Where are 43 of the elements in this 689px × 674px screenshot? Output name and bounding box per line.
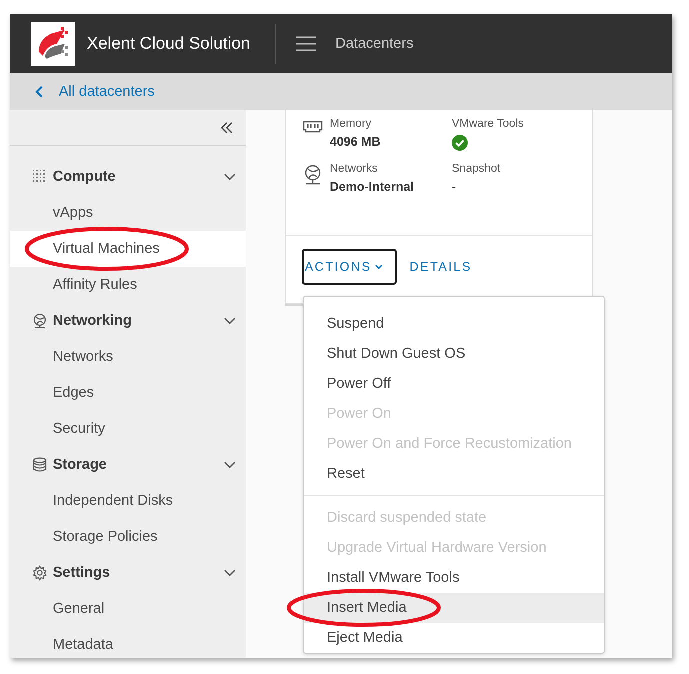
menu-item[interactable]: Eject Media bbox=[304, 623, 604, 653]
property-label: Snapshot bbox=[452, 163, 501, 175]
property-label: Networks bbox=[330, 163, 379, 175]
globe-icon bbox=[32, 313, 48, 329]
menu-item[interactable]: Install VMware Tools bbox=[304, 563, 604, 593]
back-icon bbox=[35, 84, 45, 98]
logo-icon bbox=[31, 22, 75, 66]
property-value: 4096 MB bbox=[330, 135, 381, 149]
globe-icon bbox=[304, 165, 322, 185]
menu-item[interactable]: Suspend bbox=[304, 309, 604, 339]
nav-group[interactable]: Settings bbox=[10, 555, 246, 591]
property-label: Memory bbox=[330, 118, 373, 130]
nav-item[interactable]: Metadata bbox=[10, 627, 246, 658]
actions-dropdown[interactable]: ACTIONS bbox=[302, 249, 397, 285]
nav-item[interactable]: vApps bbox=[10, 195, 246, 231]
nav-item[interactable]: Networks bbox=[10, 339, 246, 375]
nav-item[interactable]: Affinity Rules bbox=[10, 267, 246, 303]
menu-item[interactable]: Shut Down Guest OS bbox=[304, 339, 604, 369]
menu-item[interactable]: Power Off bbox=[304, 369, 604, 399]
settings-icon bbox=[32, 565, 48, 581]
app-title: Xelent Cloud Solution bbox=[87, 34, 251, 54]
menu-item[interactable]: Insert Media bbox=[304, 593, 604, 623]
nav-item[interactable]: Edges bbox=[10, 375, 246, 411]
collapse-icon[interactable] bbox=[220, 122, 234, 134]
property-label: VMware Tools bbox=[452, 118, 524, 130]
menu-icon[interactable] bbox=[294, 36, 317, 52]
back-link[interactable]: All datacenters bbox=[35, 84, 155, 100]
database-icon bbox=[32, 457, 48, 473]
menu-item[interactable]: Reset bbox=[304, 459, 604, 489]
nav-group[interactable]: Networking bbox=[10, 303, 246, 339]
nav-item[interactable]: Storage Policies bbox=[10, 519, 246, 555]
memory-icon bbox=[303, 120, 323, 134]
nav-item[interactable]: Virtual Machines bbox=[10, 231, 246, 267]
section-title: Datacenters bbox=[336, 36, 414, 52]
property-value: - bbox=[452, 180, 458, 194]
nav-group[interactable]: Compute bbox=[10, 159, 246, 195]
grid-icon bbox=[32, 169, 48, 185]
nav-item[interactable]: Security bbox=[10, 411, 246, 447]
nav-group[interactable]: Storage bbox=[10, 447, 246, 483]
details-button[interactable]: DETAILS bbox=[406, 249, 486, 285]
nav-item[interactable]: General bbox=[10, 591, 246, 627]
property-value: Demo-Internal bbox=[330, 180, 414, 194]
nav-item[interactable]: Independent Disks bbox=[10, 483, 246, 519]
